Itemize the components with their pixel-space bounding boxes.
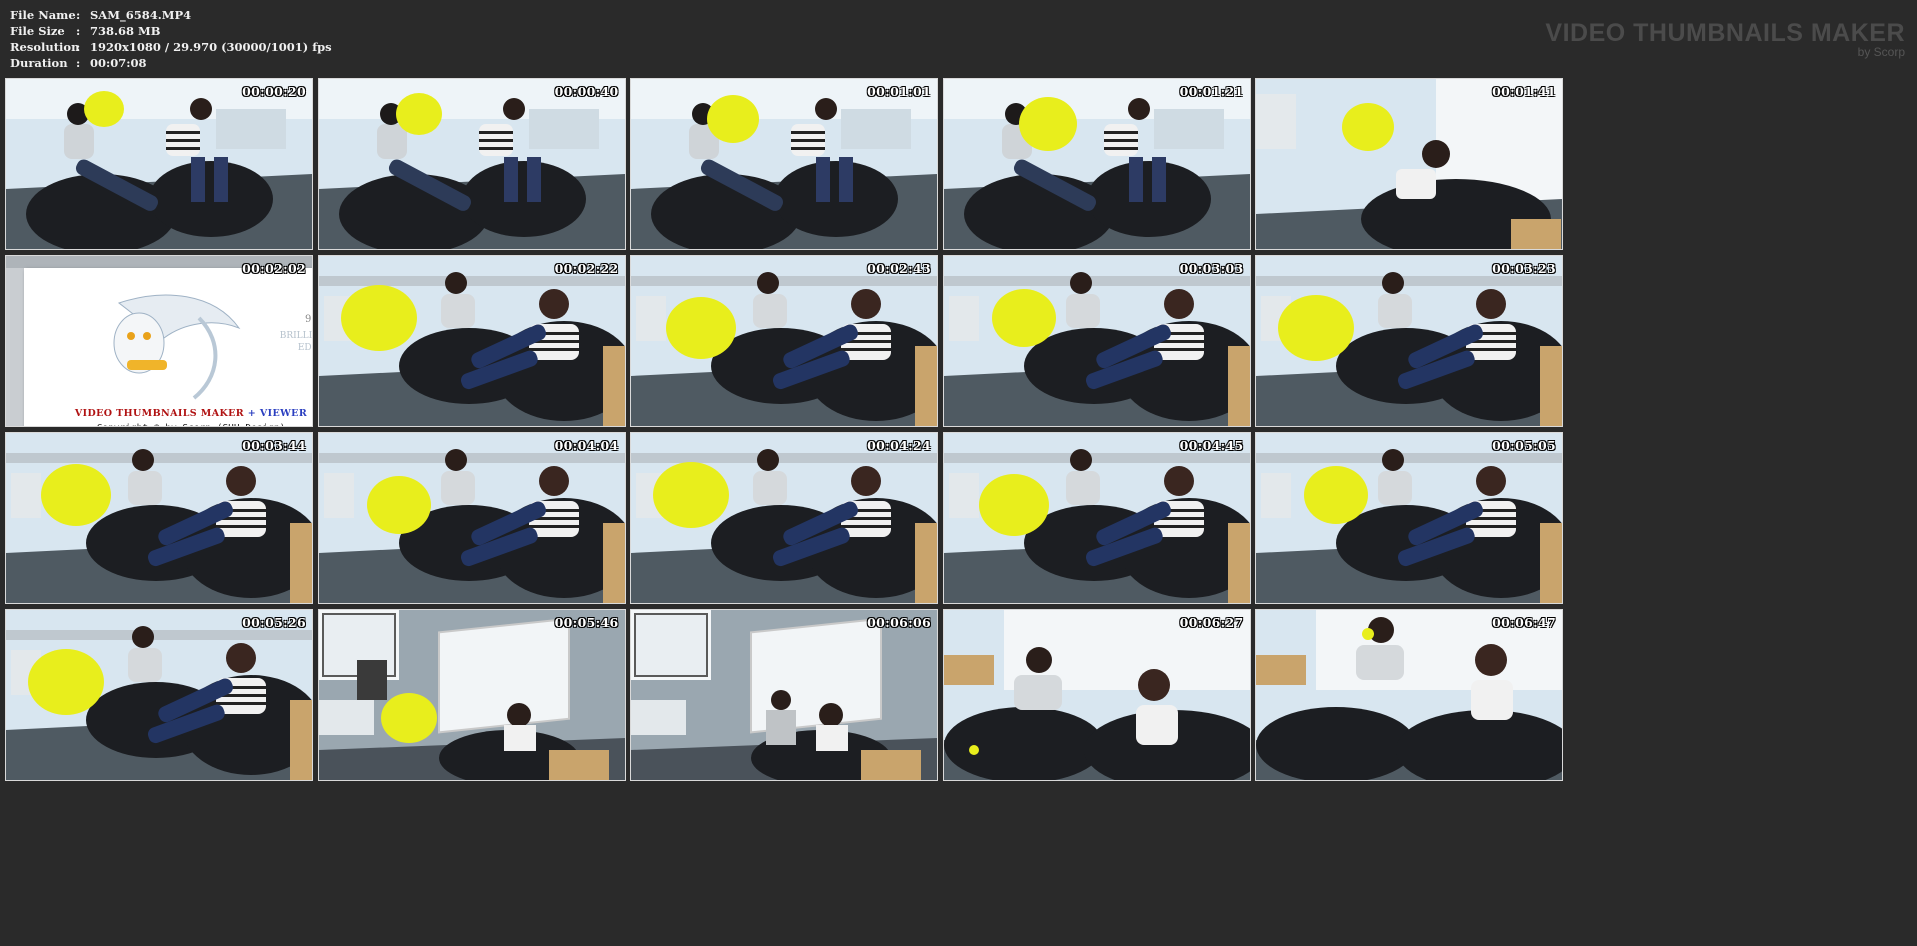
- video-thumbnail[interactable]: 00:04:45: [942, 432, 1251, 604]
- thumbnail-image: [6, 79, 312, 249]
- video-thumbnail[interactable]: 9.1.0.0 BRILLIANCE EDITION VIDEO THUMBNAILS…: [5, 255, 313, 427]
- info-label: File Size: [10, 24, 65, 38]
- splash-edition-line: BRILLIANCE: [279, 331, 312, 341]
- thumbnail-timestamp: 00:04:24: [867, 438, 931, 453]
- file-name-value: SAM_6584.MP4: [90, 8, 192, 22]
- info-label: Resolution: [10, 40, 80, 54]
- video-thumbnail[interactable]: 00:02:43: [630, 255, 938, 427]
- thumbnail-image: [318, 433, 625, 603]
- thumbnail-image: [1256, 610, 1562, 780]
- thumbnail-image: [943, 610, 1250, 780]
- video-thumbnail[interactable]: 00:01:21: [942, 78, 1251, 250]
- video-thumbnail[interactable]: 00:05:05: [1255, 432, 1563, 604]
- video-thumbnail[interactable]: 00:03:23: [1255, 255, 1563, 427]
- splash-title-text: VIDEO THUMBNAILS MAKER: [74, 408, 245, 419]
- thumbnail-image: [1256, 79, 1562, 249]
- thumbnail-timestamp: 00:06:06: [867, 615, 931, 630]
- splash-edition-line: EDITION: [297, 343, 312, 353]
- thumbnail-timestamp: 00:00:20: [242, 84, 306, 99]
- video-thumbnail[interactable]: 00:01:41: [1255, 78, 1563, 250]
- thumbnail-timestamp: 00:06:47: [1492, 615, 1556, 630]
- splash-copyright: Copyright © by Scorp (SUU Design): [24, 423, 312, 426]
- thumbnail-image: [943, 79, 1250, 249]
- splash-version: 9.1.0.0: [305, 314, 312, 325]
- video-thumbnail[interactable]: 00:05:46: [317, 609, 626, 781]
- thumbnail-timestamp: 00:02:22: [554, 261, 619, 276]
- thumbnail-timestamp: 00:03:03: [1179, 261, 1244, 276]
- video-thumbnail[interactable]: 00:04:04: [317, 432, 626, 604]
- video-thumbnail[interactable]: 00:05:26: [5, 609, 313, 781]
- brand-title: VIDEO THUMBNAILS MAKER: [1545, 19, 1905, 47]
- thumbnail-timestamp: 00:03:23: [1492, 261, 1556, 276]
- brand-watermark: VIDEO THUMBNAILS MAKER by Scorp: [1545, 20, 1905, 58]
- thumbnail-timestamp: 00:04:04: [554, 438, 619, 453]
- thumbnail-timestamp: 00:01:21: [1179, 84, 1244, 99]
- brand-subtitle: by Scorp: [1857, 45, 1905, 59]
- video-thumbnail[interactable]: 00:06:06: [630, 609, 938, 781]
- thumbnail-image: [631, 610, 937, 780]
- splash-dialog: 9.1.0.0 BRILLIANCE EDITION VIDEO THUMBNAILS…: [24, 268, 312, 426]
- video-thumbnail[interactable]: 00:03:44: [5, 432, 313, 604]
- header: File Name: SAM_6584.MP4 File Size:738.68 …: [0, 0, 1917, 74]
- info-separator: :: [76, 40, 81, 54]
- resolution-row: Resolution:1920x1080 / 29.970 (30000/100…: [10, 39, 332, 55]
- file-size-row: File Size:738.68 MB: [10, 23, 332, 39]
- video-thumbnail[interactable]: 00:02:22: [317, 255, 626, 427]
- splash-title: VIDEO THUMBNAILS MAKER + VIEWER: [24, 408, 312, 419]
- thumbnail-image: [1256, 433, 1562, 603]
- video-thumbnail[interactable]: 00:03:03: [942, 255, 1251, 427]
- thumbnail-image: [943, 256, 1250, 426]
- thumbnail-timestamp: 00:00:40: [554, 84, 619, 99]
- thumbnail-image: [318, 79, 625, 249]
- thumbnail-timestamp: 00:05:26: [242, 615, 306, 630]
- thumbnail-image: [631, 256, 937, 426]
- video-thumbnail[interactable]: 00:00:20: [5, 78, 313, 250]
- thumbnail-grid: 00:00:20 00:00:40 00:01:01 00:01:21 00:01:41…: [5, 77, 1914, 941]
- video-thumbnail[interactable]: 00:04:24: [630, 432, 938, 604]
- duration-row: Duration:00:07:08: [10, 55, 332, 71]
- video-thumbnail[interactable]: 00:06:47: [1255, 609, 1563, 781]
- thumbnail-timestamp: 00:05:05: [1492, 438, 1556, 453]
- file-info: File Name: SAM_6584.MP4 File Size:738.68 …: [10, 7, 332, 71]
- info-separator: :: [76, 8, 81, 22]
- thumbnail-timestamp: 00:05:46: [554, 615, 619, 630]
- thumbnail-image: [6, 610, 312, 780]
- info-label: File Name: [10, 8, 76, 22]
- thumbnail-timestamp: 00:01:41: [1492, 84, 1556, 99]
- file-name-row: File Name: SAM_6584.MP4: [10, 7, 332, 23]
- info-separator: :: [76, 56, 81, 70]
- thumbnail-timestamp: 00:03:44: [242, 438, 306, 453]
- thumbnail-image: [318, 610, 625, 780]
- thumbnail-image: [943, 433, 1250, 603]
- splash-edition: BRILLIANCE EDITION: [260, 330, 312, 354]
- thumbnail-timestamp: 00:02:02: [242, 261, 306, 276]
- thumbnail-image: [631, 79, 937, 249]
- file-size-value: 738.68 MB: [90, 24, 161, 38]
- thumbnail-image: [631, 433, 937, 603]
- info-separator: :: [76, 24, 81, 38]
- info-label: Duration: [10, 56, 68, 70]
- thumbnail-timestamp: 00:04:45: [1179, 438, 1244, 453]
- video-thumbnail[interactable]: 00:06:27: [942, 609, 1251, 781]
- thumbnail-timestamp: 00:06:27: [1179, 615, 1244, 630]
- duration-value: 00:07:08: [90, 56, 147, 70]
- thumbnail-timestamp: 00:02:43: [867, 261, 931, 276]
- thumbnail-timestamp: 00:01:01: [867, 84, 931, 99]
- video-thumbnail[interactable]: 00:01:01: [630, 78, 938, 250]
- video-thumbnail[interactable]: 00:00:40: [317, 78, 626, 250]
- thumbnail-image: [6, 433, 312, 603]
- thumbnail-image: [1256, 256, 1562, 426]
- splash-plus: + VIEWER: [247, 408, 308, 419]
- thumbnail-image: [318, 256, 625, 426]
- resolution-value: 1920x1080 / 29.970 (30000/1001) fps: [90, 40, 332, 54]
